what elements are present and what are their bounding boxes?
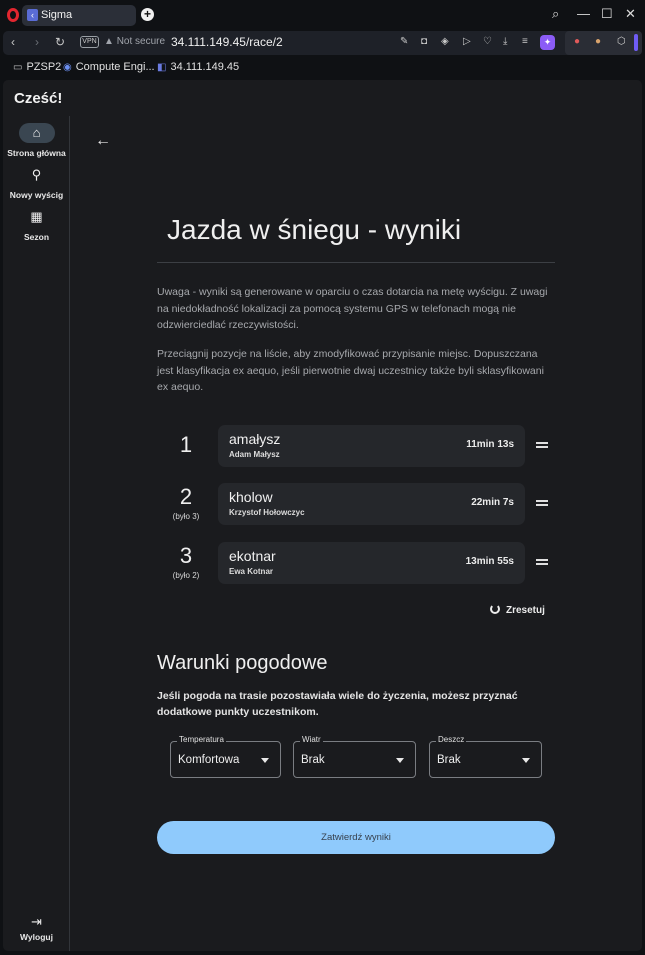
temperature-select[interactable]: Temperatura Komfortowa xyxy=(170,735,281,778)
result-nick: kholow xyxy=(229,489,273,505)
bookmark-ip[interactable]: ◧ 34.111.149.45 xyxy=(157,61,239,73)
chevron-down-icon xyxy=(396,758,404,763)
title-divider xyxy=(157,262,555,263)
extension-2-icon[interactable]: ● xyxy=(595,36,601,47)
opera-logo-icon[interactable] xyxy=(7,8,19,22)
reset-button[interactable]: Zresetuj xyxy=(490,604,545,616)
camera-icon[interactable]: ◘ xyxy=(421,36,427,47)
rank-3: 3 (było 2) xyxy=(157,543,215,580)
send-icon[interactable]: ▷ xyxy=(463,36,471,47)
rank-number: 2 xyxy=(179,484,193,509)
wind-select[interactable]: Wiatr Brak xyxy=(293,735,416,778)
shield-icon[interactable]: ◈ xyxy=(441,36,449,47)
logout-button[interactable]: ⇥ Wyloguj xyxy=(3,914,70,942)
rank-previous: (było 2) xyxy=(172,571,200,580)
rain-label: Deszcz xyxy=(436,735,467,744)
submit-results-button[interactable]: Zatwierdź wyniki xyxy=(157,821,555,854)
tab-title: Sigma xyxy=(41,9,73,21)
weather-title: Warunki pogodowe xyxy=(157,652,328,674)
nav-item-new-race[interactable]: ⚲ Nowy wyścig xyxy=(3,165,70,200)
temperature-value: Komfortowa xyxy=(178,754,240,766)
maximize-icon[interactable]: ☐ xyxy=(601,6,613,22)
result-time: 13min 55s xyxy=(465,556,514,567)
edit-icon[interactable]: ✎ xyxy=(400,36,408,47)
menu-icon[interactable]: ≡ xyxy=(522,36,528,47)
url-field[interactable]: 34.111.149.45/race/2 xyxy=(171,35,283,49)
extension-active-icon[interactable]: ✦ xyxy=(540,35,555,50)
result-name: Krzystof Hołowczyc xyxy=(229,508,305,517)
rank-number: 3 xyxy=(179,543,193,568)
address-bar: ‹ › ↻ VPN ▲ Not secure 34.111.149.45/rac… xyxy=(3,31,642,55)
rain-value: Brak xyxy=(437,754,461,766)
result-nick: amałysz xyxy=(229,431,281,447)
nav-item-home[interactable]: ⌂ Strona główna xyxy=(3,123,70,158)
not-secure-label: Not secure xyxy=(116,36,166,47)
extensions-area: ● ● ⬡ xyxy=(565,31,642,55)
drag-handle-icon[interactable] xyxy=(536,442,548,448)
drag-handle-icon[interactable] xyxy=(536,500,548,506)
extension-1-icon[interactable]: ● xyxy=(574,36,580,47)
result-nick: ekotnar xyxy=(229,548,276,564)
result-card-1[interactable]: amałysz Adam Małysz 11min 13s xyxy=(218,425,525,467)
reset-label: Zresetuj xyxy=(506,605,545,616)
drag-notice: Przeciągnij pozycje na liście, aby zmody… xyxy=(157,348,544,393)
greeting-title: Cześć! xyxy=(14,90,63,107)
wind-value: Brak xyxy=(301,754,325,766)
result-card-2[interactable]: kholow Krzystof Hołowczyc 22min 7s xyxy=(218,483,525,525)
download-icon[interactable]: ⤓ xyxy=(503,36,507,47)
back-arrow-icon[interactable]: ← xyxy=(95,132,111,150)
sidebar-indicator xyxy=(634,34,638,51)
rank-1: 1 xyxy=(157,432,215,460)
temperature-label: Temperatura xyxy=(177,735,226,744)
sigma-favicon-icon: ‹ xyxy=(27,9,38,21)
app-window: Cześć! ⌂ Strona główna ⚲ Nowy wyścig ▦ S… xyxy=(3,80,642,951)
close-icon[interactable]: ✕ xyxy=(625,6,636,22)
heart-icon[interactable]: ♡ xyxy=(483,36,492,47)
logout-label: Wyloguj xyxy=(20,932,53,942)
folder-icon: ▭ xyxy=(13,62,23,73)
weather-description: Jeśli pogoda na trasie pozostawiała wiel… xyxy=(157,690,518,718)
page-title: Jazda w śniegu - wyniki xyxy=(167,214,462,245)
reset-icon xyxy=(490,604,500,614)
rain-select[interactable]: Deszcz Brak xyxy=(429,735,542,778)
result-time: 22min 7s xyxy=(471,497,514,508)
bookmark-pzsp2[interactable]: ▭ PZSP2 xyxy=(13,61,61,73)
nav-label-home: Strona główna xyxy=(7,148,66,158)
new-tab-button[interactable]: + xyxy=(141,8,154,21)
browser-tab-bar: ‹ Sigma + ⌕ — ☐ ✕ xyxy=(0,0,645,30)
nav-label-season: Sezon xyxy=(23,232,50,242)
nav-item-season[interactable]: ▦ Sezon xyxy=(3,207,70,242)
compute-engine-icon: ◉ xyxy=(63,62,72,73)
reload-icon[interactable]: ↻ xyxy=(55,35,65,49)
nav-label-new-race: Nowy wyścig xyxy=(9,190,64,200)
result-name: Adam Małysz xyxy=(229,450,280,459)
wind-label: Wiatr xyxy=(300,735,323,744)
forward-nav-icon[interactable]: › xyxy=(35,35,39,49)
rank-2: 2 (było 3) xyxy=(157,484,215,521)
rank-number: 1 xyxy=(179,432,193,457)
result-time: 11min 13s xyxy=(466,439,514,450)
calendar-icon: ▦ xyxy=(30,209,43,224)
result-card-3[interactable]: ekotnar Ewa Kotnar 13min 55s xyxy=(218,542,525,584)
bike-icon: ⚲ xyxy=(31,167,42,182)
home-icon: ⌂ xyxy=(18,123,55,143)
chevron-down-icon xyxy=(522,758,530,763)
bookmarks-bar: ▭ PZSP2 ◉ Compute Engi... ◧ 34.111.149.45 xyxy=(0,57,645,79)
chevron-down-icon xyxy=(261,758,269,763)
gps-notice: Uwaga - wyniki są generowane w oparciu o… xyxy=(157,286,548,331)
cube-icon[interactable]: ⬡ xyxy=(617,36,626,47)
bookmark-compute-engine[interactable]: ◉ Compute Engi... xyxy=(63,61,155,73)
sigma-icon: ◧ xyxy=(157,62,167,73)
rank-previous: (było 3) xyxy=(172,512,200,521)
navigation-rail: ⌂ Strona główna ⚲ Nowy wyścig ▦ Sezon xyxy=(3,116,70,951)
drag-handle-icon[interactable] xyxy=(536,559,548,565)
result-name: Ewa Kotnar xyxy=(229,567,274,576)
minimize-icon[interactable]: — xyxy=(577,6,590,21)
back-nav-icon[interactable]: ‹ xyxy=(11,35,15,49)
vpn-badge[interactable]: VPN xyxy=(80,36,99,48)
browser-tab[interactable]: ‹ Sigma xyxy=(22,5,136,26)
search-icon[interactable]: ⌕ xyxy=(552,6,559,22)
not-secure-indicator[interactable]: ▲ Not secure xyxy=(104,36,165,47)
logout-icon: ⇥ xyxy=(31,914,42,929)
